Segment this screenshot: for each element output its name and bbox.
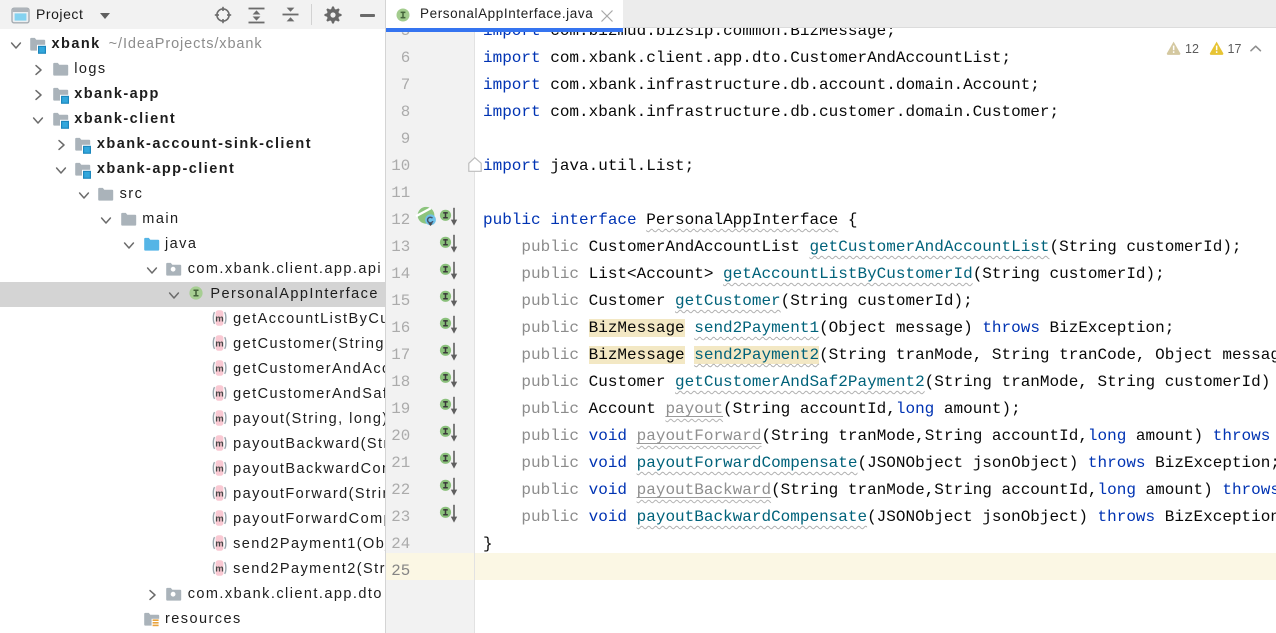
svg-text:m: m bbox=[215, 563, 223, 574]
svg-text:m: m bbox=[215, 413, 223, 424]
svg-text:m: m bbox=[215, 488, 223, 499]
svg-text:m: m bbox=[215, 363, 223, 374]
svg-text:m: m bbox=[215, 513, 223, 524]
svg-text:m: m bbox=[215, 388, 223, 399]
svg-text:m: m bbox=[215, 463, 223, 474]
svg-text:m: m bbox=[215, 338, 223, 349]
svg-text:m: m bbox=[215, 438, 223, 449]
svg-text:m: m bbox=[215, 313, 223, 324]
svg-text:m: m bbox=[215, 538, 223, 549]
